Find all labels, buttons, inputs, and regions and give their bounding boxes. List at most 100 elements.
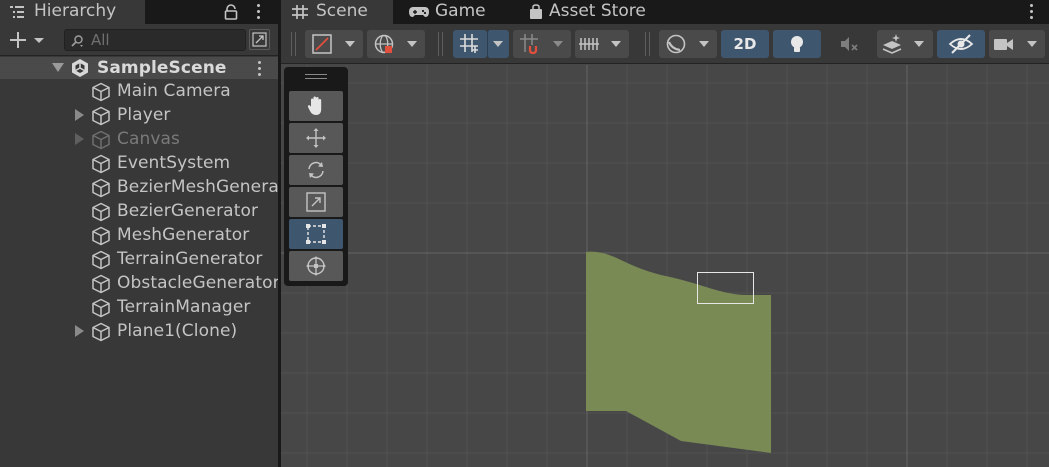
chevron-down-icon bbox=[553, 41, 563, 47]
plus-icon bbox=[10, 32, 44, 48]
grid-snapping-dropdown[interactable] bbox=[487, 30, 509, 58]
magnet-grid-icon bbox=[520, 34, 538, 55]
gameobject-cube-icon bbox=[92, 322, 110, 342]
draw-mode-dropdown[interactable] bbox=[305, 30, 363, 58]
hierarchy-item-main-camera[interactable]: Main Camera bbox=[0, 80, 278, 103]
hierarchy-item-canvas[interactable]: Canvas bbox=[0, 128, 278, 151]
hierarchy-item-obstaclegenerator[interactable]: ObstacleGenerator bbox=[0, 272, 278, 295]
scene-lighting-toggle[interactable] bbox=[773, 30, 821, 58]
hierarchy-item-label: MeshGenerator bbox=[117, 225, 250, 245]
hierarchy-item-player[interactable]: Player bbox=[0, 104, 278, 127]
draw-mode-icon bbox=[312, 34, 332, 54]
chevron-down-icon bbox=[345, 41, 355, 47]
tab-game-label: Game bbox=[435, 1, 486, 21]
tools-overlay bbox=[284, 67, 348, 286]
scale-box-icon bbox=[306, 192, 326, 212]
grid-visibility-dropdown[interactable] bbox=[575, 30, 629, 58]
speaker-muted-icon bbox=[841, 37, 858, 51]
hierarchy-item-terraingenerator[interactable]: TerrainGenerator bbox=[0, 248, 278, 271]
search-input[interactable] bbox=[91, 31, 241, 49]
view-tool-button[interactable] bbox=[289, 91, 343, 121]
hierarchy-item-meshgenerator[interactable]: MeshGenerator bbox=[0, 224, 278, 247]
gameobject-cube-icon bbox=[92, 178, 110, 198]
rect-transform-icon bbox=[306, 224, 326, 244]
grid-hash-icon bbox=[292, 5, 308, 19]
hierarchy-menu-icon[interactable] bbox=[256, 4, 260, 20]
gameobject-cube-icon bbox=[92, 130, 110, 150]
move-arrows-icon bbox=[306, 128, 326, 148]
scene-menu-icon[interactable] bbox=[257, 61, 261, 77]
toolbar-grip[interactable] bbox=[645, 32, 650, 56]
hierarchy-item-label: Plane1(Clone) bbox=[117, 321, 238, 341]
transform-tool-button[interactable] bbox=[289, 251, 343, 281]
overlay-drag-handle[interactable] bbox=[305, 74, 327, 79]
gameobject-cube-icon bbox=[92, 298, 110, 318]
hierarchy-tab-bar: Hierarchy bbox=[0, 0, 278, 24]
gameobject-cube-icon bbox=[92, 226, 110, 246]
hierarchy-toolbar bbox=[0, 24, 278, 56]
tab-scene[interactable]: Scene bbox=[281, 0, 393, 24]
scale-tool-button[interactable] bbox=[289, 187, 343, 217]
hierarchy-item-beziergenerator[interactable]: BezierGenerator bbox=[0, 200, 278, 223]
hierarchy-item-label: EventSystem bbox=[117, 153, 231, 173]
video-camera-icon bbox=[994, 39, 1013, 50]
expand-arrow-icon[interactable] bbox=[75, 325, 84, 337]
lock-icon[interactable] bbox=[224, 4, 238, 20]
audio-toggle[interactable] bbox=[829, 30, 869, 58]
gamepad-icon bbox=[409, 7, 429, 17]
hierarchy-search-field[interactable] bbox=[64, 29, 246, 51]
scene-viewport[interactable] bbox=[281, 65, 1049, 467]
hierarchy-panel: Hierarchy All SampleScene Main Camera Pl… bbox=[0, 0, 278, 467]
hierarchy-item-label: Main Camera bbox=[117, 81, 231, 101]
hierarchy-tab-label: Hierarchy bbox=[34, 1, 117, 21]
render-mode-dropdown[interactable] bbox=[367, 30, 425, 58]
unity-scene-icon bbox=[72, 59, 88, 77]
increment-snap-dropdown[interactable] bbox=[513, 30, 571, 58]
scene-panel: Scene Game Asset Store 2D bbox=[281, 0, 1049, 467]
hierarchy-item-terrainmanager[interactable]: TerrainManager bbox=[0, 296, 278, 319]
toggle-2d-button[interactable]: 2D bbox=[721, 30, 769, 58]
rect-tool-button[interactable] bbox=[289, 219, 343, 249]
hierarchy-item-label: BezierMeshGenerator bbox=[117, 177, 278, 197]
scene-tab-bar: Scene Game Asset Store bbox=[281, 0, 1049, 24]
hierarchy-item-label: ObstacleGenerator bbox=[117, 273, 278, 293]
toolbar-grip[interactable] bbox=[291, 32, 296, 56]
hierarchy-scene-row[interactable]: SampleScene bbox=[0, 57, 278, 79]
tab-scene-label: Scene bbox=[316, 1, 368, 21]
tab-game[interactable]: Game bbox=[399, 0, 499, 24]
gameobject-cube-icon bbox=[92, 202, 110, 222]
hierarchy-item-beziermeshgenerator[interactable]: BezierMeshGenerator bbox=[0, 176, 278, 199]
globe-icon bbox=[374, 34, 394, 54]
hierarchy-item-eventsystem[interactable]: EventSystem bbox=[0, 152, 278, 175]
gameobject-cube-icon bbox=[92, 154, 110, 174]
search-icon bbox=[71, 35, 83, 47]
expand-arrow-icon[interactable] bbox=[52, 63, 64, 72]
toolbar-grip[interactable] bbox=[438, 32, 443, 56]
effects-dropdown[interactable] bbox=[877, 30, 933, 58]
hand-icon bbox=[307, 96, 322, 115]
camera-settings-dropdown[interactable] bbox=[989, 30, 1045, 58]
chevron-down-icon bbox=[611, 41, 621, 47]
hierarchy-item-plane1-clone[interactable]: Plane1(Clone) bbox=[0, 320, 278, 343]
move-tool-button[interactable] bbox=[289, 123, 343, 153]
expand-arrow-icon[interactable] bbox=[75, 109, 84, 121]
rotate-tool-button[interactable] bbox=[289, 155, 343, 185]
scene-toolbar: 2D bbox=[281, 24, 1049, 64]
hierarchy-item-label: TerrainGenerator bbox=[117, 249, 263, 269]
tab-hierarchy[interactable]: Hierarchy bbox=[0, 0, 145, 24]
hierarchy-item-label: SampleScene bbox=[97, 58, 227, 78]
lighting-mode-dropdown[interactable] bbox=[659, 30, 717, 58]
create-button[interactable] bbox=[6, 28, 50, 52]
light-bulb-icon bbox=[791, 36, 803, 52]
scene-visibility-toggle[interactable] bbox=[937, 30, 985, 58]
grid-snapping-toggle[interactable] bbox=[453, 30, 487, 58]
tab-asset-store[interactable]: Asset Store bbox=[517, 0, 657, 24]
chevron-down-icon bbox=[1027, 41, 1037, 47]
chevron-down-icon bbox=[699, 41, 709, 47]
chevron-down-icon bbox=[493, 41, 503, 47]
scene-panel-menu-icon[interactable] bbox=[1029, 4, 1033, 20]
scene-visibility-button[interactable] bbox=[249, 29, 270, 50]
ruler-grid-icon bbox=[579, 38, 599, 50]
generated-terrain-mesh[interactable] bbox=[586, 251, 771, 453]
expand-arrow-icon[interactable] bbox=[75, 133, 84, 145]
